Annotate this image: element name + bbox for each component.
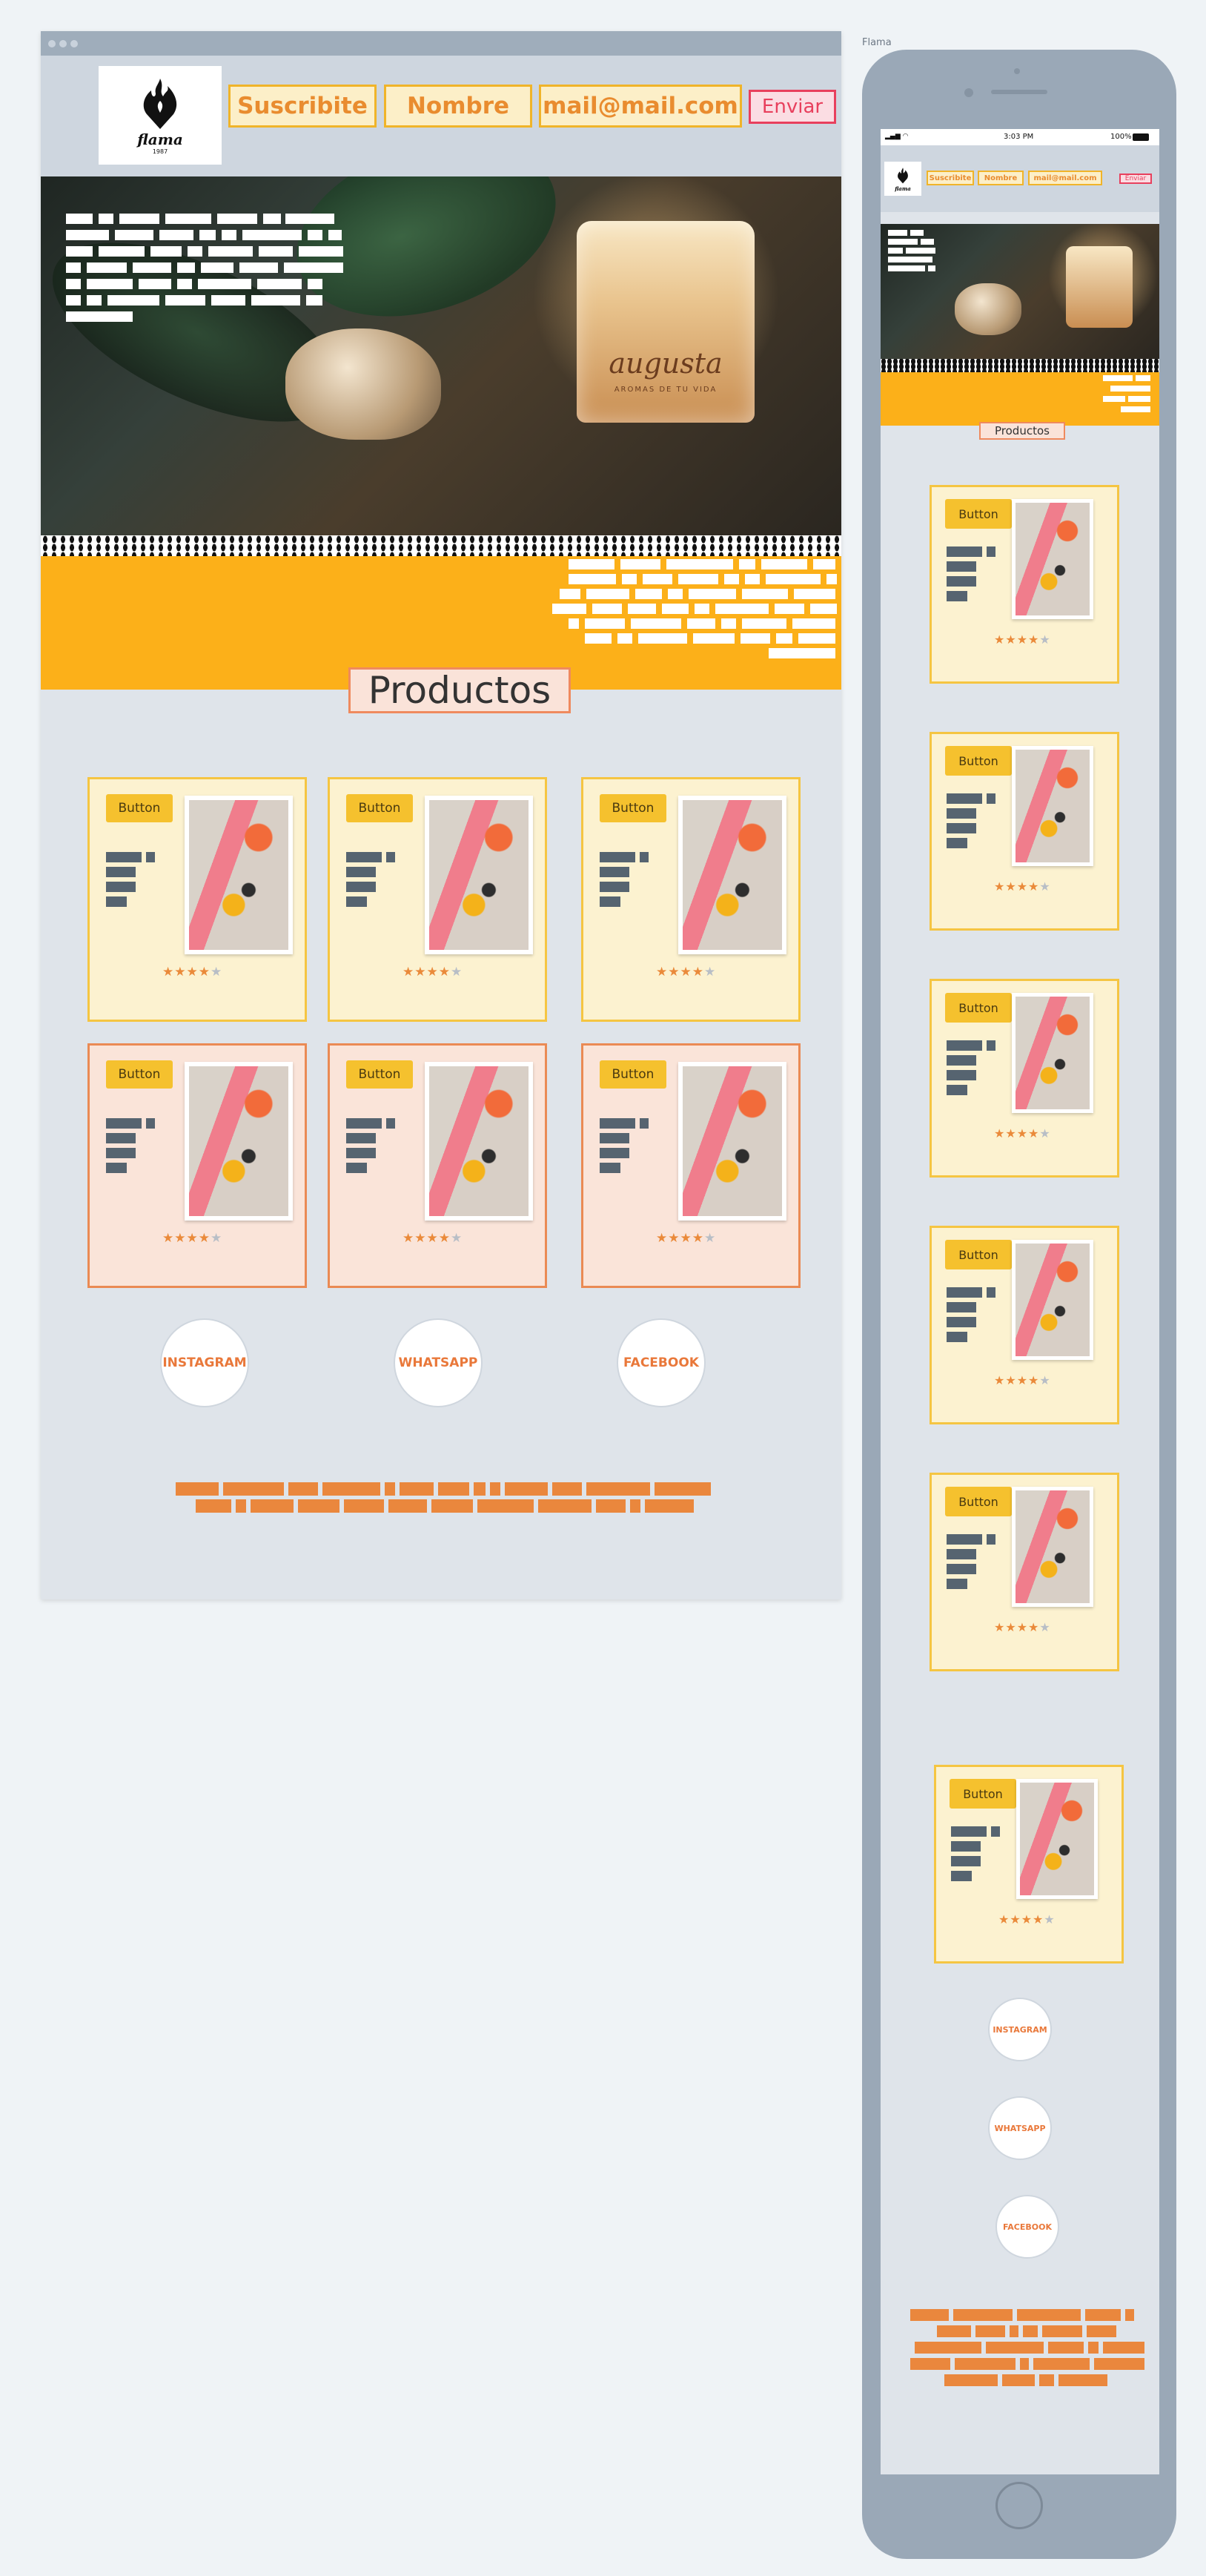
mobile-product-card[interactable]: Button ★★★★★ <box>930 732 1119 931</box>
card-button[interactable]: Button <box>106 1060 173 1089</box>
mobile-rating-stars: ★★★★★ <box>994 1126 1051 1140</box>
card-button[interactable]: Button <box>346 1060 413 1089</box>
product-image <box>425 796 533 954</box>
card-button[interactable]: Button <box>600 794 666 822</box>
product-image <box>185 1062 293 1221</box>
product-image <box>678 1062 786 1221</box>
mobile-product-image <box>1012 993 1093 1113</box>
product-card[interactable]: Button ★★★★★ <box>87 1043 307 1288</box>
status-battery: 100% <box>1110 133 1132 141</box>
products-heading: Productos <box>348 667 571 713</box>
mobile-rating-stars: ★★★★★ <box>994 1373 1051 1387</box>
card-button[interactable]: Button <box>346 794 413 822</box>
mobile-product-card[interactable]: Button ★★★★★ <box>930 1473 1119 1671</box>
artboard-label: Flama <box>862 37 892 48</box>
mobile-dotted-strip <box>881 359 1159 372</box>
logo-year: 1987 <box>152 148 168 155</box>
mobile-product-image <box>1012 746 1093 866</box>
mobile-card-button[interactable]: Button <box>945 993 1012 1023</box>
mobile-card-button[interactable]: Button <box>945 499 1012 529</box>
rating-stars: ★★★★★ <box>656 965 717 980</box>
mobile-rating-stars: ★★★★★ <box>994 633 1051 647</box>
product-card[interactable]: Button ★★★★★ <box>87 777 307 1022</box>
mobile-candle-jar <box>1066 246 1133 328</box>
mobile-product-card[interactable]: Button ★★★★★ <box>930 979 1119 1178</box>
mobile-whatsapp-link[interactable]: WHATSAPP <box>988 2096 1052 2160</box>
status-time: 3:03 PM <box>1004 133 1034 141</box>
phone-screen: ▂▄▆ ◠ 3:03 PM 100% flama Suscribite Nomb… <box>881 129 1159 2474</box>
subscribe-label: Suscribite <box>228 85 377 128</box>
battery-icon <box>1133 133 1149 141</box>
mobile-product-image <box>1016 1779 1098 1899</box>
crystal-stone <box>285 328 441 440</box>
product-image <box>425 1062 533 1221</box>
mobile-rating-stars: ★★★★★ <box>994 1620 1051 1634</box>
mobile-name-field[interactable]: Nombre <box>978 171 1024 185</box>
flame-heart-icon <box>143 79 177 129</box>
rating-stars: ★★★★★ <box>402 965 463 980</box>
browser-title-bar <box>41 31 841 56</box>
flame-heart-icon <box>898 167 908 183</box>
rating-stars: ★★★★★ <box>162 1231 223 1246</box>
name-field[interactable]: Nombre <box>384 85 532 128</box>
window-dot-icon[interactable] <box>59 40 67 47</box>
window-dot-icon[interactable] <box>48 40 56 47</box>
mobile-facebook-link[interactable]: FACEBOOK <box>995 2195 1059 2259</box>
mobile-instagram-link[interactable]: INSTAGRAM <box>988 1998 1052 2061</box>
send-button[interactable]: Enviar <box>749 90 836 124</box>
rating-stars: ★★★★★ <box>402 1231 463 1246</box>
product-card[interactable]: Button ★★★★★ <box>581 777 801 1022</box>
mobile-email-field[interactable]: mail@mail.com <box>1028 171 1102 185</box>
email-field[interactable]: mail@mail.com <box>539 85 742 128</box>
mobile-product-card[interactable]: Button ★★★★★ <box>930 1226 1119 1424</box>
mobile-card-button[interactable]: Button <box>950 1779 1016 1809</box>
mobile-product-image <box>1012 1487 1093 1607</box>
whatsapp-link[interactable]: WHATSAPP <box>394 1318 483 1407</box>
mobile-card-button[interactable]: Button <box>945 1240 1012 1269</box>
mobile-card-button[interactable]: Button <box>945 1487 1012 1516</box>
home-button[interactable] <box>995 2482 1043 2529</box>
product-card[interactable]: Button ★★★★★ <box>328 1043 547 1288</box>
mobile-brand-logo[interactable]: flama <box>884 162 921 196</box>
rating-stars: ★★★★★ <box>162 965 223 980</box>
jar-brand: augusta <box>609 347 723 380</box>
mobile-product-image <box>1012 1240 1093 1360</box>
mobile-logo-wordmark: flama <box>895 185 911 192</box>
mobile-card-button[interactable]: Button <box>945 746 1012 776</box>
status-bar: ▂▄▆ ◠ 3:03 PM 100% <box>881 129 1159 145</box>
card-button[interactable]: Button <box>106 794 173 822</box>
instagram-link[interactable]: INSTAGRAM <box>160 1318 249 1407</box>
mobile-header: flama Suscribite Nombre mail@mail.com En… <box>881 145 1159 212</box>
facebook-link[interactable]: FACEBOOK <box>617 1318 706 1407</box>
signal-icon: ▂▄▆ ◠ <box>885 133 909 140</box>
product-image <box>185 796 293 954</box>
mobile-subscribe-label: Suscribite <box>927 171 974 185</box>
hero-banner: augusta AROMAS DE TU VIDA <box>41 176 841 541</box>
window-dot-icon[interactable] <box>70 40 78 47</box>
mobile-hero <box>881 224 1159 363</box>
speaker-grille <box>991 90 1047 94</box>
mobile-product-card[interactable]: Button ★★★★★ <box>930 485 1119 684</box>
brand-logo[interactable]: flama 1987 <box>99 66 222 165</box>
logo-wordmark: flama <box>137 131 183 148</box>
desktop-mockup: flama 1987 Suscribite Nombre mail@mail.c… <box>41 31 841 1599</box>
mobile-product-image <box>1012 499 1093 619</box>
mobile-rating-stars: ★★★★★ <box>998 1912 1056 1926</box>
product-image <box>678 796 786 954</box>
mobile-rating-stars: ★★★★★ <box>994 879 1051 894</box>
jar-tagline: AROMAS DE TU VIDA <box>614 386 718 394</box>
mobile-send-button[interactable]: Enviar <box>1119 174 1152 184</box>
camera-icon <box>1014 68 1020 74</box>
product-card[interactable]: Button ★★★★★ <box>328 777 547 1022</box>
sensor-icon <box>964 88 973 97</box>
mobile-product-card[interactable]: Button ★★★★★ <box>934 1765 1124 1964</box>
candle-jar: augusta AROMAS DE TU VIDA <box>577 221 755 423</box>
product-card[interactable]: Button ★★★★★ <box>581 1043 801 1288</box>
card-button[interactable]: Button <box>600 1060 666 1089</box>
mobile-products-heading: Productos <box>979 422 1065 440</box>
rating-stars: ★★★★★ <box>656 1231 717 1246</box>
